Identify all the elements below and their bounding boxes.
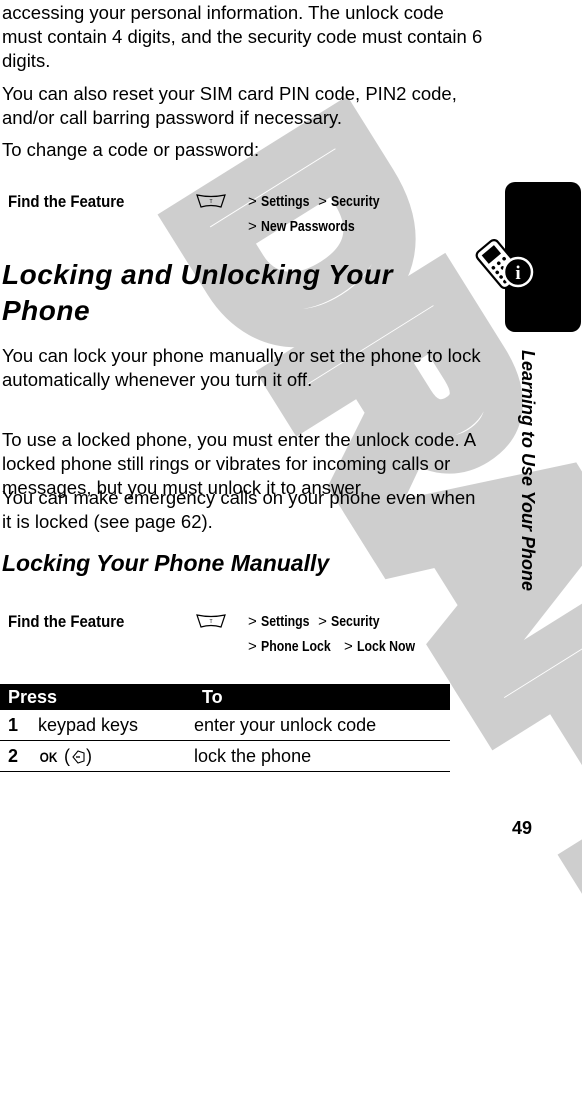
path-separator: > bbox=[248, 613, 257, 630]
menu-path-line-2: > Phone Lock > Lock Now bbox=[248, 634, 422, 659]
ok-key-label: OK bbox=[39, 748, 58, 765]
menu-item-settings[interactable]: Settings bbox=[261, 609, 310, 634]
table-row: 1 keypad keys enter your unlock code bbox=[0, 710, 450, 741]
section1-paragraph-1: You can lock your phone manually or set … bbox=[2, 345, 481, 390]
section-heading-locking-unlocking: Locking and Unlocking Your Phone bbox=[2, 259, 394, 326]
menu-path-line-1: > Settings > Security bbox=[248, 189, 384, 214]
menu-item-security[interactable]: Security bbox=[331, 609, 380, 634]
phone-info-icon: i bbox=[475, 239, 534, 290]
step-number: 1 bbox=[0, 710, 38, 741]
svg-text:i: i bbox=[515, 263, 520, 284]
menu-item-phone-lock[interactable]: Phone Lock bbox=[261, 634, 331, 659]
table-header-row: Press To bbox=[0, 684, 450, 710]
svg-text:T: T bbox=[209, 619, 212, 625]
find-feature-label: Find the Feature bbox=[8, 192, 125, 211]
intro-paragraph-3: To change a code or password: bbox=[2, 139, 260, 160]
table-row: 2 OK ( ) lock the phone bbox=[0, 740, 450, 772]
find-feature-1: Find the Feature T > Settings > Security >… bbox=[8, 192, 448, 252]
intro-paragraph-1: accessing your personal information. The… bbox=[2, 2, 483, 71]
intro-paragraph-2: You can also reset your SIM card PIN cod… bbox=[2, 83, 457, 128]
menu-key-icon: T bbox=[196, 194, 226, 208]
menu-item-lock-now[interactable]: Lock Now bbox=[357, 634, 415, 659]
section-heading-locking-manually: Locking Your Phone Manually bbox=[2, 550, 330, 576]
menu-path-line-2: > New Passwords bbox=[248, 214, 369, 239]
step-number: 2 bbox=[0, 740, 38, 772]
path-separator: > bbox=[343, 638, 353, 655]
left-soft-key-icon bbox=[72, 749, 85, 764]
menu-path-line-1: > Settings > Security bbox=[248, 609, 384, 634]
header-to: To bbox=[194, 684, 450, 710]
press-to-table: Press To 1 keypad keys enter your unlock… bbox=[0, 684, 450, 772]
path-separator: > bbox=[248, 218, 257, 235]
path-separator: > bbox=[318, 193, 327, 210]
find-feature-label: Find the Feature bbox=[8, 612, 125, 631]
menu-key-icon: T bbox=[196, 614, 226, 628]
menu-item-new-passwords[interactable]: New Passwords bbox=[261, 214, 355, 239]
find-feature-2: Find the Feature T > Settings > Security >… bbox=[8, 612, 448, 672]
paren-close: ) bbox=[86, 745, 93, 766]
chapter-title-text: Learning to Use Your Phone bbox=[518, 350, 538, 592]
svg-text:T: T bbox=[209, 199, 212, 205]
to-cell: lock the phone bbox=[194, 740, 450, 772]
to-cell: enter your unlock code bbox=[194, 710, 450, 741]
section1-paragraph-3: You can make emergency calls on your pho… bbox=[2, 487, 476, 532]
menu-item-settings[interactable]: Settings bbox=[261, 189, 310, 214]
press-cell: OK ( ) bbox=[38, 740, 194, 772]
header-press: Press bbox=[0, 684, 194, 710]
press-cell: keypad keys bbox=[38, 710, 194, 741]
path-separator: > bbox=[248, 193, 257, 210]
chapter-title-vertical: Learning to Use Your Phone bbox=[512, 350, 542, 610]
path-separator: > bbox=[318, 613, 327, 630]
path-separator: > bbox=[248, 638, 257, 655]
page-number: 49 bbox=[512, 818, 533, 838]
menu-item-security[interactable]: Security bbox=[331, 189, 380, 214]
